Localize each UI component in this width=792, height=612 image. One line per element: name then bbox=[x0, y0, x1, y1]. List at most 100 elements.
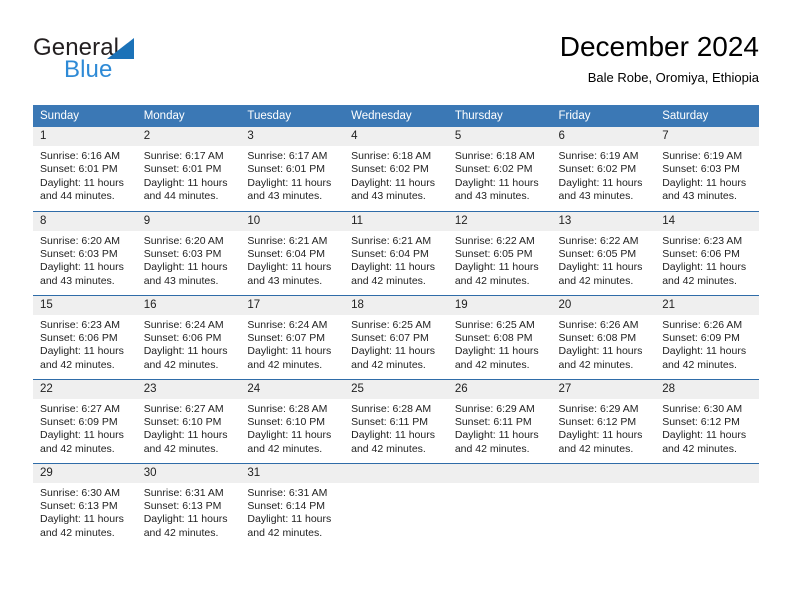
daylight-text-line2: and 43 minutes. bbox=[454, 190, 530, 203]
daylight-text-line2: and 42 minutes. bbox=[662, 274, 737, 287]
daylight-text-line1: Daylight: 11 hours bbox=[247, 176, 332, 189]
calendar-day-cell[interactable]: 7 Sunrise: 6:19 AM Sunset: 6:03 PM Daylight… bbox=[655, 127, 759, 211]
day-number: 1 bbox=[33, 127, 137, 146]
day-number: 5 bbox=[447, 127, 552, 146]
daylight-text-line2: and 42 minutes. bbox=[143, 358, 219, 371]
sunrise-text: Sunrise: 6:21 AM bbox=[247, 234, 328, 247]
calendar-day-cell[interactable]: 1 Sunrise: 6:16 AM Sunset: 6:01 PM Daylight… bbox=[33, 127, 137, 211]
calendar-day-cell-empty bbox=[551, 462, 656, 547]
sunset-text: Sunset: 6:01 PM bbox=[40, 163, 118, 176]
sunset-text: Sunset: 6:03 PM bbox=[143, 247, 222, 260]
day-number: 30 bbox=[136, 463, 241, 483]
calendar-day-cell[interactable]: 9 Sunrise: 6:20 AM Sunset: 6:03 PM Daylight… bbox=[136, 210, 241, 295]
daylight-text-line2: and 43 minutes. bbox=[558, 190, 634, 203]
day-number: 28 bbox=[655, 379, 759, 399]
daylight-text-line2: and 42 minutes. bbox=[351, 274, 426, 287]
daylight-text-line2: and 43 minutes. bbox=[247, 274, 323, 287]
daylight-text-line1: Daylight: 11 hours bbox=[454, 261, 539, 274]
sunset-text: Sunset: 6:03 PM bbox=[40, 247, 118, 260]
sunrise-text: Sunrise: 6:30 AM bbox=[662, 402, 743, 415]
sunrise-text: Sunrise: 6:29 AM bbox=[454, 402, 535, 415]
calendar-day-cell-empty bbox=[447, 462, 552, 547]
calendar-day-cell[interactable]: 19 Sunrise: 6:25 AM Sunset: 6:08 PM Dayligh… bbox=[447, 294, 552, 379]
daylight-text-line1: Daylight: 11 hours bbox=[558, 176, 643, 189]
day-number bbox=[447, 463, 552, 483]
day-sun-info: Sunrise: 6:19 AM Sunset: 6:02 PM Daylight:… bbox=[552, 146, 656, 204]
daylight-text-line1: Daylight: 11 hours bbox=[40, 176, 124, 189]
calendar-day-cell[interactable]: 23 Sunrise: 6:27 AM Sunset: 6:10 PM Dayligh… bbox=[136, 378, 241, 463]
daylight-text-line1: Daylight: 11 hours bbox=[247, 429, 332, 442]
calendar-day-cell[interactable]: 3 Sunrise: 6:17 AM Sunset: 6:01 PM Daylight… bbox=[240, 127, 345, 211]
daylight-text-line1: Daylight: 11 hours bbox=[351, 261, 435, 274]
calendar-day-cell[interactable]: 21 Sunrise: 6:26 AM Sunset: 6:09 PM Dayligh… bbox=[655, 294, 759, 379]
sunset-text: Sunset: 6:01 PM bbox=[143, 163, 222, 176]
sunrise-text: Sunrise: 6:17 AM bbox=[143, 150, 224, 162]
calendar-day-cell[interactable]: 12 Sunrise: 6:22 AM Sunset: 6:05 PM Dayligh… bbox=[447, 210, 552, 295]
calendar-day-cell[interactable]: 22 Sunrise: 6:27 AM Sunset: 6:09 PM Dayligh… bbox=[33, 378, 137, 463]
calendar-day-cell[interactable]: 15 Sunrise: 6:23 AM Sunset: 6:06 PM Dayligh… bbox=[33, 294, 137, 379]
calendar-day-cell[interactable]: 5 Sunrise: 6:18 AM Sunset: 6:02 PM Daylight… bbox=[447, 127, 552, 211]
day-number: 18 bbox=[344, 295, 448, 315]
calendar-day-cell[interactable]: 10 Sunrise: 6:21 AM Sunset: 6:04 PM Dayligh… bbox=[240, 210, 345, 295]
day-number: 11 bbox=[344, 211, 448, 231]
daylight-text-line1: Daylight: 11 hours bbox=[143, 345, 228, 358]
calendar-day-cell[interactable]: 29 Sunrise: 6:30 AM Sunset: 6:13 PM Dayligh… bbox=[33, 462, 137, 547]
page-subtitle: Bale Robe, Oromiya, Ethiopia bbox=[587, 70, 759, 85]
daylight-text-line2: and 43 minutes. bbox=[40, 274, 115, 287]
day-sun-info: Sunrise: 6:16 AM Sunset: 6:01 PM Daylight:… bbox=[33, 146, 137, 204]
generalblue-logo[interactable]: General Blue bbox=[33, 34, 263, 90]
day-sun-info: Sunrise: 6:30 AM Sunset: 6:13 PM Daylight:… bbox=[33, 483, 137, 541]
calendar-day-cell[interactable]: 2 Sunrise: 6:17 AM Sunset: 6:01 PM Daylight… bbox=[136, 127, 241, 211]
daylight-text-line2: and 42 minutes. bbox=[143, 526, 219, 539]
daylight-text-line2: and 43 minutes. bbox=[662, 190, 737, 203]
day-sun-info: Sunrise: 6:17 AM Sunset: 6:01 PM Daylight:… bbox=[137, 146, 241, 204]
calendar-day-cell[interactable]: 11 Sunrise: 6:21 AM Sunset: 6:04 PM Dayligh… bbox=[344, 210, 448, 295]
daylight-text-line2: and 42 minutes. bbox=[662, 358, 737, 371]
sunset-text: Sunset: 6:04 PM bbox=[247, 247, 326, 260]
day-sun-info: Sunrise: 6:31 AM Sunset: 6:14 PM Daylight:… bbox=[240, 483, 344, 541]
day-sun-info: Sunrise: 6:25 AM Sunset: 6:08 PM Daylight:… bbox=[448, 315, 552, 373]
calendar-day-cell[interactable]: 30 Sunrise: 6:31 AM Sunset: 6:13 PM Dayligh… bbox=[136, 462, 241, 547]
day-number: 7 bbox=[655, 127, 759, 146]
day-sun-info: Sunrise: 6:28 AM Sunset: 6:10 PM Daylight:… bbox=[240, 399, 344, 457]
daylight-text-line1: Daylight: 11 hours bbox=[558, 261, 643, 274]
calendar-day-cell[interactable]: 16 Sunrise: 6:24 AM Sunset: 6:06 PM Dayligh… bbox=[136, 294, 241, 379]
daylight-text-line1: Daylight: 11 hours bbox=[454, 345, 539, 358]
day-sun-info: Sunrise: 6:24 AM Sunset: 6:07 PM Daylight:… bbox=[240, 315, 344, 373]
calendar-day-cell[interactable]: 18 Sunrise: 6:25 AM Sunset: 6:07 PM Dayligh… bbox=[344, 294, 448, 379]
calendar-day-cell[interactable]: 26 Sunrise: 6:29 AM Sunset: 6:11 PM Dayligh… bbox=[447, 378, 552, 463]
day-sun-info: Sunrise: 6:26 AM Sunset: 6:08 PM Daylight:… bbox=[552, 315, 656, 373]
sunset-text: Sunset: 6:08 PM bbox=[558, 331, 637, 344]
day-sun-info: Sunrise: 6:23 AM Sunset: 6:06 PM Daylight:… bbox=[33, 315, 137, 373]
calendar-day-cell[interactable]: 8 Sunrise: 6:20 AM Sunset: 6:03 PM Daylight… bbox=[33, 210, 137, 295]
calendar-day-cell[interactable]: 6 Sunrise: 6:19 AM Sunset: 6:02 PM Daylight… bbox=[551, 127, 656, 211]
daylight-text-line2: and 43 minutes. bbox=[143, 274, 219, 287]
sunrise-text: Sunrise: 6:23 AM bbox=[40, 318, 120, 331]
sunset-text: Sunset: 6:02 PM bbox=[454, 163, 533, 176]
daylight-text-line1: Daylight: 11 hours bbox=[40, 513, 124, 526]
page-title: December 2024 bbox=[559, 31, 759, 62]
daylight-text-line1: Daylight: 11 hours bbox=[454, 176, 539, 189]
sunset-text: Sunset: 6:05 PM bbox=[454, 247, 533, 260]
calendar-day-cell[interactable]: 20 Sunrise: 6:26 AM Sunset: 6:08 PM Dayligh… bbox=[551, 294, 656, 379]
sunrise-text: Sunrise: 6:30 AM bbox=[40, 486, 120, 499]
calendar-day-cell[interactable]: 28 Sunrise: 6:30 AM Sunset: 6:12 PM Dayligh… bbox=[655, 378, 759, 463]
day-number: 20 bbox=[551, 295, 656, 315]
daylight-text-line2: and 44 minutes. bbox=[143, 190, 219, 203]
daylight-text-line1: Daylight: 11 hours bbox=[247, 261, 332, 274]
calendar-day-cell[interactable]: 17 Sunrise: 6:24 AM Sunset: 6:07 PM Dayligh… bbox=[240, 294, 345, 379]
calendar-day-cell[interactable]: 25 Sunrise: 6:28 AM Sunset: 6:11 PM Dayligh… bbox=[344, 378, 448, 463]
calendar-day-cell[interactable]: 24 Sunrise: 6:28 AM Sunset: 6:10 PM Dayligh… bbox=[240, 378, 345, 463]
sunset-text: Sunset: 6:02 PM bbox=[558, 163, 637, 176]
calendar-day-cell[interactable]: 13 Sunrise: 6:22 AM Sunset: 6:05 PM Dayligh… bbox=[551, 210, 656, 295]
calendar-week-row: 1 Sunrise: 6:16 AM Sunset: 6:01 PM Daylight… bbox=[33, 127, 759, 211]
page-header: General Blue December 2024 Bale Robe, Or… bbox=[33, 30, 759, 98]
calendar-day-cell[interactable]: 31 Sunrise: 6:31 AM Sunset: 6:14 PM Dayligh… bbox=[240, 462, 345, 547]
calendar-day-cell[interactable]: 14 Sunrise: 6:23 AM Sunset: 6:06 PM Dayligh… bbox=[655, 210, 759, 295]
sunrise-text: Sunrise: 6:26 AM bbox=[558, 318, 639, 331]
calendar-day-cell[interactable]: 4 Sunrise: 6:18 AM Sunset: 6:02 PM Daylight… bbox=[344, 127, 448, 211]
day-sun-info: Sunrise: 6:20 AM Sunset: 6:03 PM Daylight:… bbox=[33, 231, 137, 289]
day-number: 26 bbox=[447, 379, 552, 399]
sunrise-text: Sunrise: 6:20 AM bbox=[40, 234, 120, 247]
calendar-day-cell[interactable]: 27 Sunrise: 6:29 AM Sunset: 6:12 PM Dayligh… bbox=[551, 378, 656, 463]
